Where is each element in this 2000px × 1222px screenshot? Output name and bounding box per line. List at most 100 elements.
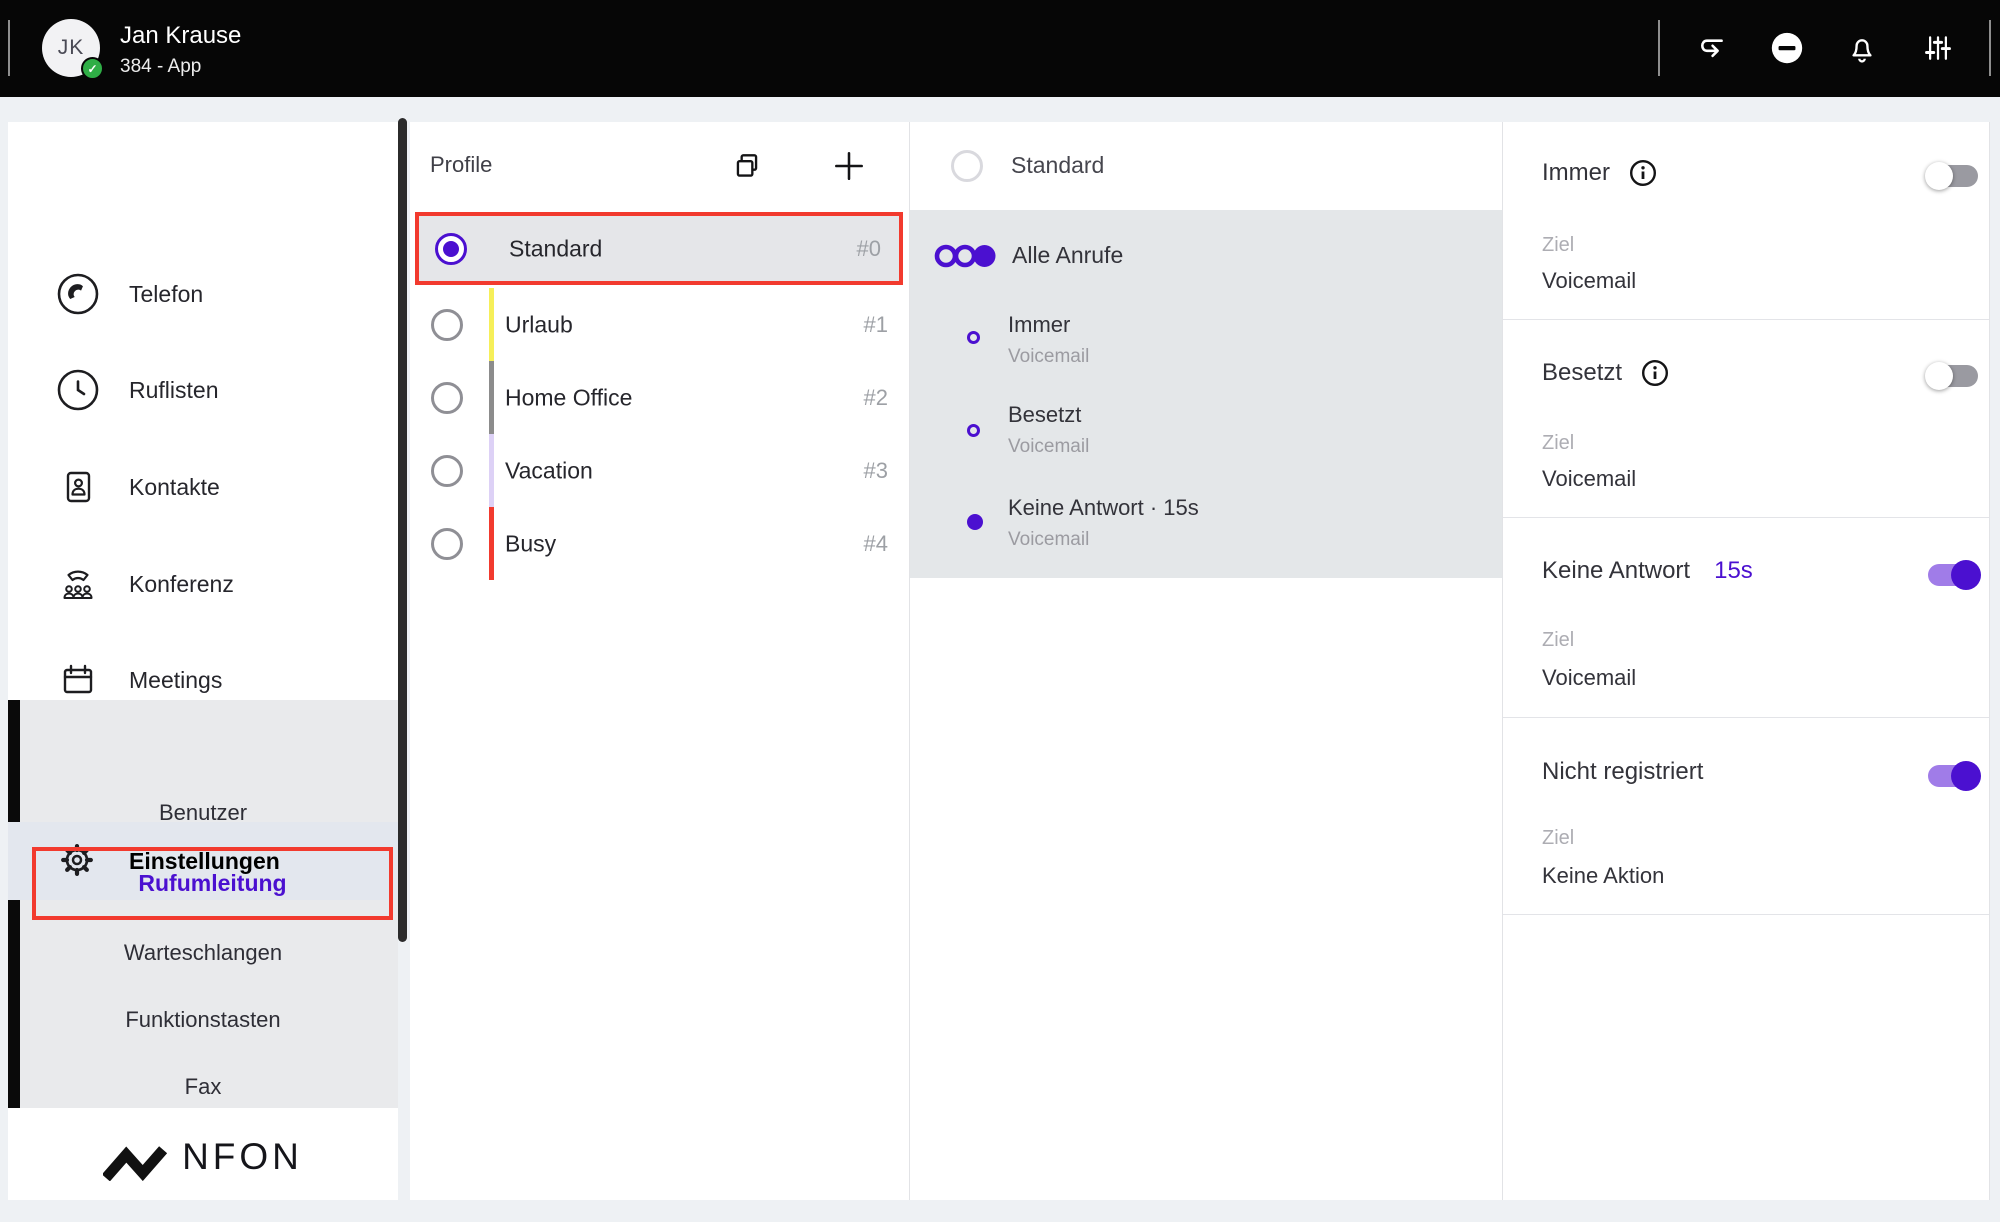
rule-title: Immer xyxy=(1008,312,1070,338)
topbar-divider xyxy=(8,20,10,76)
user-extension: 384 - App xyxy=(120,56,201,78)
profile-name: Urlaub xyxy=(505,311,573,338)
rule-section-title: Nicht registriert xyxy=(1542,758,1703,786)
notifications-bell-icon[interactable] xyxy=(1840,26,1884,70)
topbar-divider xyxy=(1658,20,1660,76)
sidebar-scrollbar[interactable] xyxy=(398,118,407,942)
all-calls-icon xyxy=(934,243,1004,269)
target-value: Voicemail xyxy=(1542,665,1636,691)
rule-section-header: Besetzt xyxy=(1542,358,1670,388)
rule-section-title: Immer xyxy=(1542,159,1610,187)
rule-toggle[interactable] xyxy=(1925,361,1981,391)
sidebar-subitem-label: Rufumleitung xyxy=(138,870,286,897)
user-name: Jan Krause xyxy=(120,22,241,50)
detail-profile-radio[interactable] xyxy=(951,150,983,182)
profile-name: Busy xyxy=(505,530,556,557)
rule-settings-panel: Immer Ziel Voicemail Besetzt xyxy=(1503,122,1990,1200)
sidebar-item-konferenz[interactable]: Konferenz xyxy=(8,552,398,616)
target-value: Keine Aktion xyxy=(1542,863,1664,889)
target-label: Ziel xyxy=(1542,629,1574,652)
sidebar-item-label: Kontakte xyxy=(129,474,220,501)
audio-settings-icon[interactable] xyxy=(1916,26,1960,70)
profile-radio[interactable] xyxy=(431,309,463,341)
profile-radio[interactable] xyxy=(431,455,463,487)
target-value: Voicemail xyxy=(1542,466,1636,492)
rule-toggle[interactable] xyxy=(1925,761,1981,791)
profile-radio[interactable] xyxy=(431,528,463,560)
target-label: Ziel xyxy=(1542,432,1574,455)
conference-icon xyxy=(56,562,100,606)
rule-target: Voicemail xyxy=(1008,436,1089,458)
nfon-logo: NFON xyxy=(8,1122,398,1192)
sidebar-item-label: Telefon xyxy=(129,281,203,308)
detail-profile-name: Standard xyxy=(1011,152,1104,179)
rule-section-header: Keine Antwort 15s xyxy=(1542,557,1753,585)
rule-section-nicht-registriert: Nicht registriert Ziel Keine Aktion xyxy=(1503,718,1989,915)
sidebar-subitem-funktionstasten[interactable]: Funktionstasten xyxy=(8,998,398,1042)
profile-name: Vacation xyxy=(505,457,593,484)
duplicate-profile-button[interactable] xyxy=(730,149,764,183)
profile-row-vacation[interactable]: Vacation #3 xyxy=(415,434,906,507)
all-calls-label: Alle Anrufe xyxy=(1012,242,1123,269)
avatar-initials: JK xyxy=(58,36,85,60)
info-icon[interactable] xyxy=(1628,158,1658,188)
sidebar-subitem-label: Benutzer xyxy=(159,800,247,826)
rule-bullet xyxy=(967,424,980,437)
target-value: Voicemail xyxy=(1542,268,1636,294)
sidebar-item-kontakte[interactable]: Kontakte xyxy=(8,455,398,519)
do-not-disturb-icon[interactable] xyxy=(1765,26,1809,70)
topbar-divider xyxy=(1989,20,1991,76)
rule-title: Keine Antwort · 15s xyxy=(1008,495,1199,521)
sidebar-subitem-benutzer[interactable]: Benutzer xyxy=(8,791,398,835)
profile-radio[interactable] xyxy=(431,382,463,414)
rule-section-keine-antwort: Keine Antwort 15s Ziel Voicemail xyxy=(1503,518,1989,718)
add-profile-button[interactable] xyxy=(830,147,868,185)
profile-name: Standard xyxy=(509,235,602,262)
rule-title: Besetzt xyxy=(1008,402,1081,428)
sidebar-subitem-label: Warteschlangen xyxy=(124,940,282,966)
rule-target: Voicemail xyxy=(1008,346,1089,368)
profile-detail-panel: Standard Alle Anrufe Immer Voicemail Bes… xyxy=(910,122,1503,1200)
rule-section-header: Nicht registriert xyxy=(1542,758,1703,786)
sidebar-subitem-fax[interactable]: Fax xyxy=(8,1065,398,1109)
profile-row-busy[interactable]: Busy #4 xyxy=(415,507,906,580)
rule-section-title: Besetzt xyxy=(1542,359,1622,387)
sidebar-item-label: Konferenz xyxy=(129,571,234,598)
profile-radio[interactable] xyxy=(435,233,467,265)
sidebar: Telefon Ruflisten Kontakte xyxy=(8,122,398,1200)
profile-number: #3 xyxy=(864,458,888,484)
sidebar-subitem-rufumleitung[interactable]: Rufumleitung xyxy=(32,847,393,920)
rule-bullet xyxy=(967,514,983,530)
profile-row-home-office[interactable]: Home Office #2 xyxy=(415,361,906,434)
profile-number: #1 xyxy=(864,312,888,338)
profiles-title: Profile xyxy=(430,152,492,178)
profile-number: #2 xyxy=(864,385,888,411)
rule-section-besetzt: Besetzt Ziel Voicemail xyxy=(1503,320,1989,518)
profile-name: Home Office xyxy=(505,384,632,411)
rule-toggle[interactable] xyxy=(1925,560,1981,590)
call-forward-icon[interactable] xyxy=(1690,26,1734,70)
rule-target: Voicemail xyxy=(1008,529,1089,551)
sidebar-item-label: Ruflisten xyxy=(129,377,218,404)
toggle-thumb xyxy=(1951,761,1981,791)
toggle-thumb xyxy=(1925,362,1953,390)
profile-color-bar xyxy=(489,434,494,507)
phone-icon xyxy=(56,272,100,316)
profile-row-standard[interactable]: Standard #0 xyxy=(415,212,903,285)
profile-row-urlaub[interactable]: Urlaub #1 xyxy=(415,288,906,361)
target-label: Ziel xyxy=(1542,827,1574,850)
nfon-logo-text: NFON xyxy=(182,1136,303,1178)
profile-color-bar xyxy=(489,507,494,580)
rule-toggle[interactable] xyxy=(1925,161,1981,191)
topbar: JK ✓ Jan Krause 384 - App xyxy=(0,0,2000,97)
timeout-link[interactable]: 15s xyxy=(1714,557,1753,585)
info-icon[interactable] xyxy=(1640,358,1670,388)
nfon-logo-mark xyxy=(103,1134,167,1181)
sidebar-item-telefon[interactable]: Telefon xyxy=(8,262,398,326)
toggle-thumb xyxy=(1951,560,1981,590)
sidebar-item-ruflisten[interactable]: Ruflisten xyxy=(8,358,398,422)
rule-section-immer: Immer Ziel Voicemail xyxy=(1503,122,1989,320)
toggle-thumb xyxy=(1925,162,1953,190)
call-history-icon xyxy=(56,368,100,412)
sidebar-subitem-warteschlangen[interactable]: Warteschlangen xyxy=(8,931,398,975)
